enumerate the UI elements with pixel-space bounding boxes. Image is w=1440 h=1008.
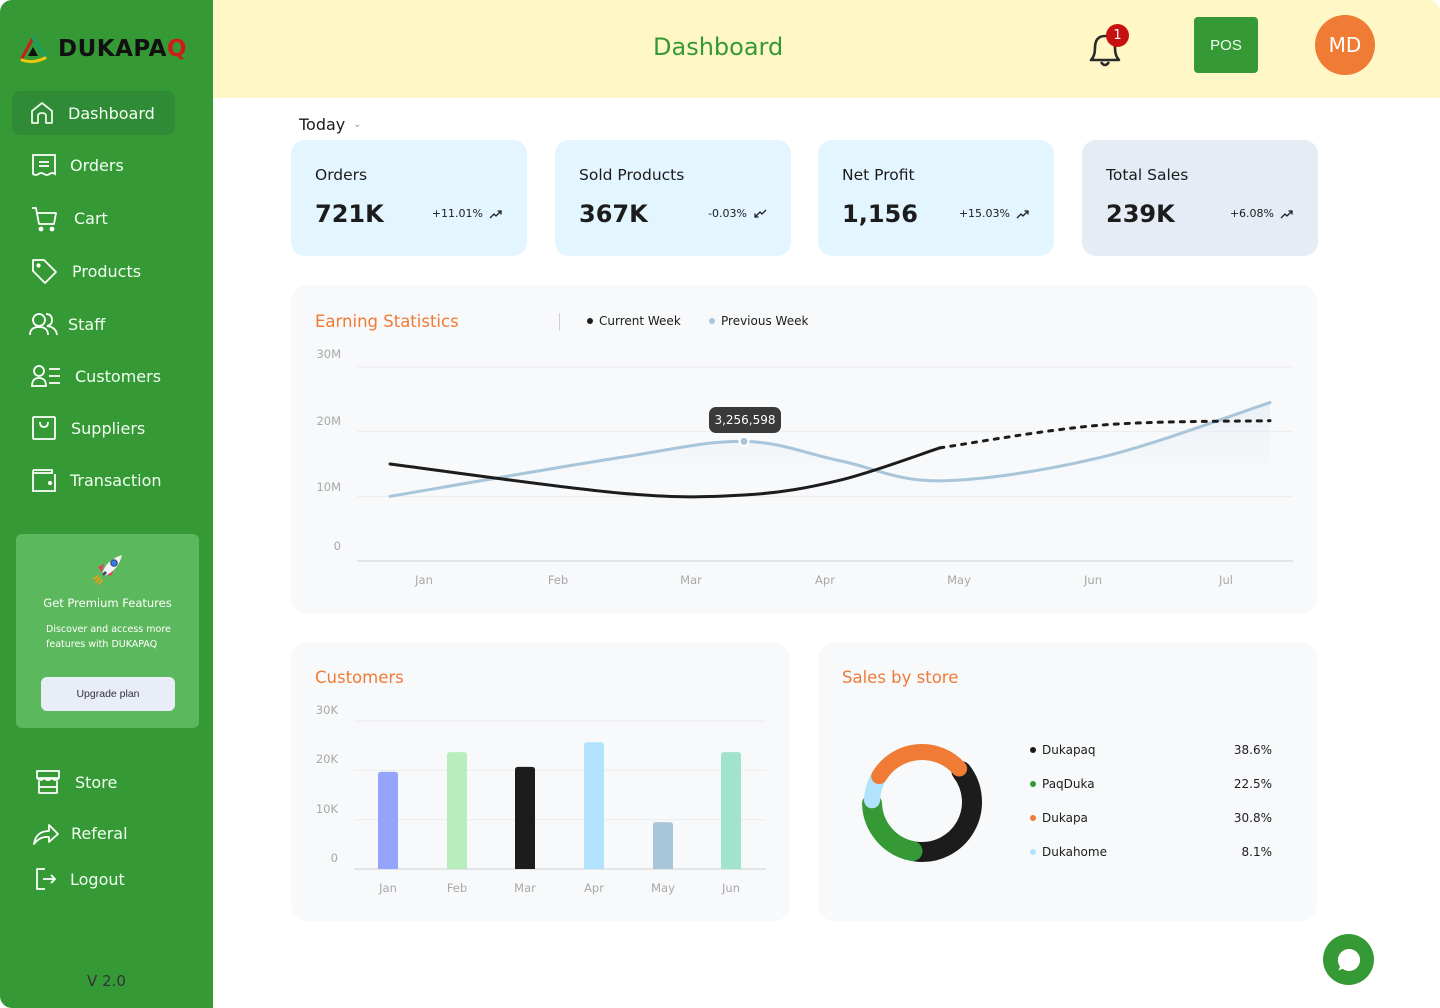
sales-by-store-title: Sales by store bbox=[842, 668, 959, 687]
legend-label: Dukahome bbox=[1042, 845, 1107, 859]
x-tick-label: May bbox=[651, 881, 675, 895]
legend-dot bbox=[1030, 781, 1036, 787]
sales-donut-chart bbox=[862, 744, 982, 862]
x-tick-label: Apr bbox=[584, 881, 604, 895]
chat-button[interactable] bbox=[1323, 934, 1374, 985]
y-tick-label: 30K bbox=[315, 703, 338, 717]
legend-item-dukapaq[interactable]: Dukapaq 38.6% bbox=[1030, 743, 1272, 757]
legend-item-dukapa[interactable]: Dukapa 30.8% bbox=[1030, 811, 1272, 825]
legend-dot bbox=[1030, 747, 1036, 753]
legend-label: Dukapaq bbox=[1042, 743, 1096, 757]
legend-dot bbox=[1030, 849, 1036, 855]
donut-slice-dukapa bbox=[871, 744, 968, 785]
previous-week-area bbox=[390, 402, 1270, 501]
legend-label: Dukapa bbox=[1042, 811, 1088, 825]
donut-slice-paqduka bbox=[862, 793, 923, 862]
chart-tooltip: 3,256,598 bbox=[709, 407, 781, 433]
x-tick-label: Mar bbox=[514, 881, 536, 895]
y-tick-label: 20K bbox=[315, 752, 338, 767]
tooltip-point bbox=[738, 435, 750, 447]
legend-value: 22.5% bbox=[1233, 777, 1272, 791]
x-tick-label: Jan bbox=[379, 881, 397, 895]
chat-icon bbox=[1337, 948, 1360, 971]
y-tick-label: 0 bbox=[330, 851, 338, 865]
legend-value: 38.6% bbox=[1233, 743, 1272, 757]
x-tick-label: Jun bbox=[722, 881, 740, 895]
legend-dot bbox=[1030, 815, 1036, 821]
x-tick-label: Feb bbox=[446, 881, 468, 895]
legend-value: 8.1% bbox=[1241, 845, 1273, 859]
y-tick-label: 10K bbox=[315, 801, 338, 816]
legend-item-dukahome[interactable]: Dukahome 8.1% bbox=[1030, 845, 1272, 859]
customers-title: Customers bbox=[315, 668, 404, 687]
legend-label: PaqDuka bbox=[1042, 777, 1095, 791]
legend-item-paqduka[interactable]: PaqDuka 22.5% bbox=[1030, 777, 1272, 791]
donut-slice-dukapaq bbox=[905, 761, 982, 862]
legend-value: 30.8% bbox=[1233, 811, 1272, 825]
